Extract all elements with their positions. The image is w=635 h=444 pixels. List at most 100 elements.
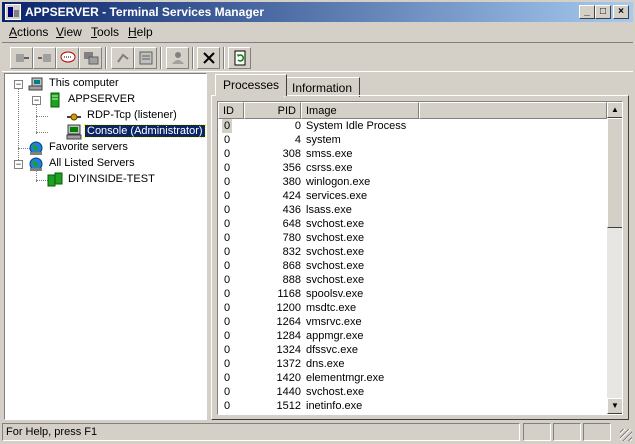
cell-id: 0 <box>224 358 231 370</box>
cell-pid: 780 <box>282 232 301 244</box>
table-row[interactable]: 0 424 services.exe <box>218 189 607 203</box>
table-row[interactable]: 0 308 smss.exe <box>218 147 607 161</box>
tree-node-diyinside-test[interactable]: DIYINSIDE-TEST <box>5 172 205 188</box>
vertical-scrollbar[interactable]: ▲ ▼ <box>607 102 622 414</box>
table-row[interactable]: 0 4 system <box>218 133 607 147</box>
disconnect-button[interactable] <box>33 47 56 69</box>
cell-pid: 1440 <box>276 386 301 398</box>
tree-node-console[interactable]: Console (Administrator) <box>5 124 206 140</box>
status-button[interactable] <box>134 47 157 69</box>
send-message-button[interactable] <box>56 47 79 69</box>
tree-label: All Listed Servers <box>49 157 135 169</box>
table-row[interactable]: 0 888 svchost.exe <box>218 273 607 287</box>
toolbar-separator <box>105 47 107 69</box>
cell-image: msdtc.exe <box>306 302 357 314</box>
cell-id: 0 <box>224 288 231 300</box>
cell-pid: 832 <box>282 246 301 258</box>
server-group-icon <box>47 172 63 187</box>
table-row[interactable]: 0 1372 dns.exe <box>218 357 607 371</box>
terminal-services-app-icon[interactable] <box>5 4 21 20</box>
minimize-button[interactable]: _ <box>579 5 595 19</box>
tree-node-this-computer[interactable]: − This computer <box>5 76 205 92</box>
table-row[interactable]: 0 356 csrss.exe <box>218 161 607 175</box>
resize-grip[interactable] <box>620 429 632 441</box>
table-row[interactable]: 0 832 svchost.exe <box>218 245 607 259</box>
cell-pid: 868 <box>282 260 301 272</box>
remote-control-button[interactable] <box>79 47 102 69</box>
collapse-toggle[interactable]: − <box>14 80 23 89</box>
collapse-toggle[interactable]: − <box>14 160 23 169</box>
collapse-toggle[interactable]: − <box>32 96 41 105</box>
window-title: APPSERVER - Terminal Services Manager <box>25 5 264 19</box>
cell-id: 0 <box>224 190 231 202</box>
cell-id: 0 <box>224 148 231 160</box>
tree-node-all-listed-servers[interactable]: − All Listed Servers <box>5 156 205 172</box>
table-row[interactable]: 0 1324 dfssvc.exe <box>218 343 607 357</box>
column-header-pid[interactable]: PID <box>244 102 301 119</box>
table-row[interactable]: 0 1264 vmsrvc.exe <box>218 315 607 329</box>
cell-image: smss.exe <box>306 148 353 160</box>
tab-information[interactable]: Information <box>284 77 361 97</box>
column-header-image[interactable]: Image <box>301 102 419 119</box>
cell-image: services.exe <box>306 190 368 202</box>
menu-help[interactable]: Help <box>126 25 155 39</box>
cell-image: svchost.exe <box>306 218 365 230</box>
tree-label: This computer <box>49 77 119 89</box>
server-tree[interactable]: − This computer − APPSERVER RDP-Tcp (lis… <box>4 73 207 420</box>
logoff-button[interactable] <box>166 47 189 69</box>
maximize-button[interactable]: □ <box>595 5 611 19</box>
menu-tools[interactable]: Tools <box>89 25 121 39</box>
end-process-icon <box>203 52 215 64</box>
column-header-id[interactable]: ID <box>218 102 244 119</box>
cell-id: 0 <box>224 330 231 342</box>
scroll-up-button[interactable]: ▲ <box>607 102 622 118</box>
cell-id: 0 <box>224 400 231 412</box>
refresh-button[interactable] <box>228 47 251 69</box>
cell-id: 0 <box>224 260 231 272</box>
cell-id: 0 <box>224 386 231 398</box>
cell-id: 0 <box>224 246 231 258</box>
status-pane <box>523 423 551 441</box>
table-row[interactable]: 0 1168 spoolsv.exe <box>218 287 607 301</box>
column-header-blank <box>419 102 607 119</box>
table-row[interactable]: 0 1440 svchost.exe <box>218 385 607 399</box>
scroll-down-button[interactable]: ▼ <box>607 398 622 414</box>
process-list[interactable]: ID PID Image 0 0 System Idle Process 0 4 syst… <box>217 101 623 415</box>
cell-pid: 1324 <box>276 344 301 356</box>
cell-id: 0 <box>224 162 231 174</box>
table-row[interactable]: 0 1200 msdtc.exe <box>218 301 607 315</box>
cell-id: 0 <box>224 176 231 188</box>
cell-image: svchost.exe <box>306 232 365 244</box>
menu-actions[interactable]: Actions <box>7 25 50 39</box>
cell-id: 0 <box>224 372 231 384</box>
table-row[interactable]: 0 780 svchost.exe <box>218 231 607 245</box>
end-process-button[interactable] <box>197 47 220 69</box>
listener-icon <box>67 113 81 121</box>
close-button[interactable]: × <box>613 5 629 19</box>
tree-node-favorite-servers[interactable]: Favorite servers <box>5 140 205 156</box>
table-row[interactable]: 0 1420 elementmgr.exe <box>218 371 607 385</box>
table-row[interactable]: 0 868 svchost.exe <box>218 259 607 273</box>
table-row[interactable]: 0 648 svchost.exe <box>218 217 607 231</box>
table-row[interactable]: 0 380 winlogon.exe <box>218 175 607 189</box>
table-row[interactable]: 0 1284 appmgr.exe <box>218 329 607 343</box>
cell-pid: 308 <box>282 148 301 160</box>
menu-view[interactable]: View <box>54 25 84 39</box>
tree-node-appserver[interactable]: − APPSERVER <box>5 92 205 108</box>
connect-button[interactable] <box>10 47 33 69</box>
cell-image: vmsrvc.exe <box>306 316 362 328</box>
table-row[interactable]: 0 0 System Idle Process <box>218 119 607 133</box>
tab-processes[interactable]: Processes <box>215 74 288 96</box>
cell-pid: 1264 <box>276 316 301 328</box>
table-row[interactable]: 0 1512 inetinfo.exe <box>218 399 607 413</box>
cell-pid: 436 <box>282 204 301 216</box>
tree-node-rdp-listener[interactable]: RDP-Tcp (listener) <box>5 108 205 124</box>
send-message-icon <box>60 51 76 63</box>
process-rows: 0 0 System Idle Process 0 4 system 0 308 smss.ex… <box>218 119 607 414</box>
title-bar[interactable]: APPSERVER - Terminal Services Manager _ … <box>2 2 633 22</box>
cell-pid: 4 <box>294 134 301 146</box>
scroll-thumb[interactable] <box>607 118 622 228</box>
reset-button[interactable] <box>111 47 134 69</box>
table-row[interactable]: 0 436 lsass.exe <box>218 203 607 217</box>
connect-icon <box>16 54 29 62</box>
